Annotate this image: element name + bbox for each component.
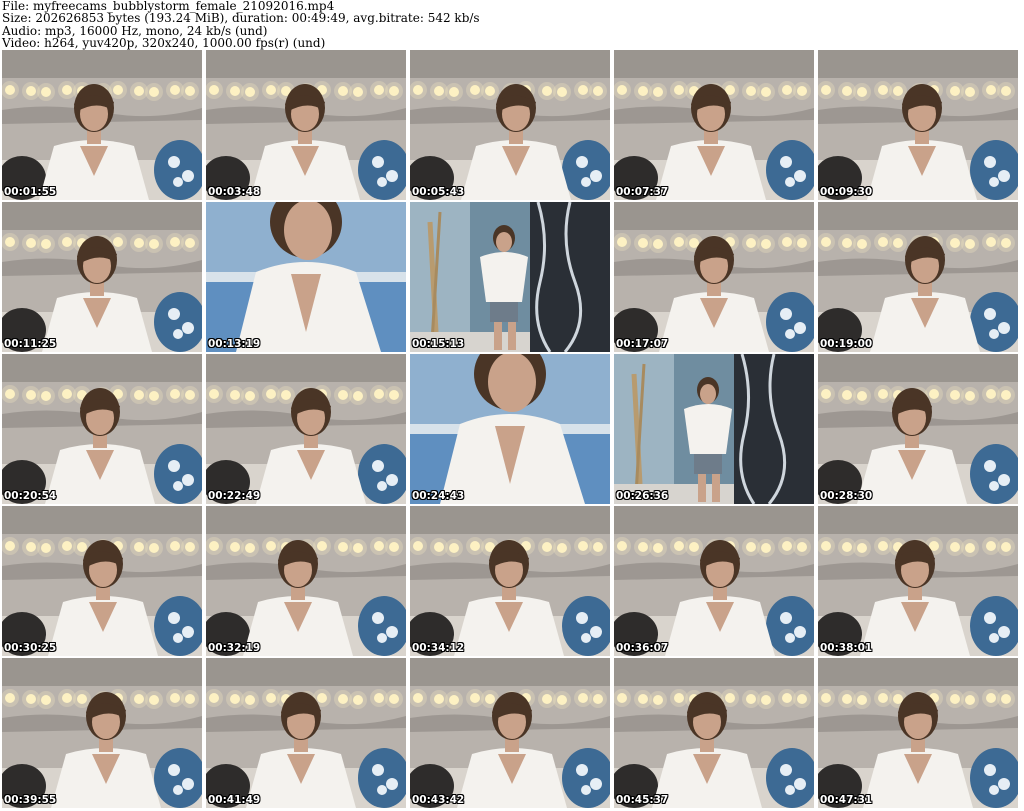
thumbnail-image [818,50,1018,200]
video-info-text: Video: h264, yuv420p, 320x240, 1000.00 f… [2,35,326,50]
timestamp-label: 00:26:36 [616,490,669,502]
timestamp-label: 00:36:07 [616,642,669,654]
video-thumbnail: 00:32:19 [206,506,406,656]
video-thumbnail: 00:01:55 [2,50,202,200]
thumbnail-image [614,658,814,808]
timestamp-label: 00:19:00 [820,338,873,350]
thumbnail-image [206,354,406,504]
thumbnail-image [614,506,814,656]
timestamp-label: 00:34:12 [412,642,465,654]
timestamp-label: 00:32:19 [208,642,261,654]
timestamp-label: 00:30:25 [4,642,57,654]
timestamp-label: 00:03:48 [208,186,261,198]
video-thumbnail: 00:39:55 [2,658,202,808]
thumbnail-image [614,50,814,200]
timestamp-label: 00:41:49 [208,794,261,806]
thumbnail-image [410,50,610,200]
video-thumbnail: 00:13:19 [206,202,406,352]
timestamp-label: 00:24:43 [412,490,465,502]
video-thumbnail: 00:19:00 [818,202,1018,352]
thumbnail-image [2,50,202,200]
video-thumbnail: 00:05:43 [410,50,610,200]
video-thumbnail: 00:07:37 [614,50,814,200]
video-thumbnail: 00:41:49 [206,658,406,808]
thumbnail-image [2,506,202,656]
video-thumbnail: 00:17:07 [614,202,814,352]
video-thumbnail: 00:43:42 [410,658,610,808]
thumbnail-image [2,354,202,504]
timestamp-label: 00:09:30 [820,186,873,198]
timestamp-label: 00:47:31 [820,794,873,806]
video-thumbnail: 00:38:01 [818,506,1018,656]
timestamp-label: 00:15:13 [412,338,465,350]
thumbnail-image [410,202,610,352]
timestamp-label: 00:13:19 [208,338,261,350]
timestamp-label: 00:07:37 [616,186,669,198]
video-thumbnail: 00:09:30 [818,50,1018,200]
timestamp-label: 00:17:07 [616,338,669,350]
file-info-header: File: myfreecams_bubblystorm_female_2109… [2,0,1022,50]
video-thumbnail: 00:11:25 [2,202,202,352]
video-thumbnail: 00:45:37 [614,658,814,808]
video-thumbnail: 00:20:54 [2,354,202,504]
timestamp-label: 00:28:30 [820,490,873,502]
thumbnail-image [818,506,1018,656]
thumbnail-image [614,354,814,504]
timestamp-label: 00:45:37 [616,794,669,806]
thumbnail-image [614,202,814,352]
file-size-text: Size: 202626853 bytes (193.24 MiB), dura… [2,11,480,26]
video-thumbnail: 00:36:07 [614,506,814,656]
thumbnail-image [206,506,406,656]
thumbnail-image [818,202,1018,352]
video-thumbnail: 00:15:13 [410,202,610,352]
thumbnail-image [410,354,610,504]
thumbnail-image [818,354,1018,504]
timestamp-label: 00:11:25 [4,338,57,350]
video-thumbnail: 00:28:30 [818,354,1018,504]
video-thumbnail: 00:24:43 [410,354,610,504]
thumbnail-image [206,50,406,200]
thumbnail-image [410,658,610,808]
thumbnail-image [206,202,406,352]
thumbnail-image [2,658,202,808]
timestamp-label: 00:22:49 [208,490,261,502]
video-thumbnail: 00:34:12 [410,506,610,656]
thumbnail-image [818,658,1018,808]
video-thumbnail: 00:03:48 [206,50,406,200]
thumbnail-grid: 00:01:55 00:03:48 00:05:43 00:07:37 00:0… [2,50,1022,810]
timestamp-label: 00:43:42 [412,794,465,806]
timestamp-label: 00:05:43 [412,186,465,198]
video-thumbnail: 00:47:31 [818,658,1018,808]
thumbnail-image [206,658,406,808]
thumbnail-image [2,202,202,352]
timestamp-label: 00:38:01 [820,642,873,654]
video-thumbnail: 00:30:25 [2,506,202,656]
timestamp-label: 00:01:55 [4,186,57,198]
video-thumbnail: 00:22:49 [206,354,406,504]
video-thumbnail: 00:26:36 [614,354,814,504]
thumbnail-image [410,506,610,656]
timestamp-label: 00:39:55 [4,794,57,806]
timestamp-label: 00:20:54 [4,490,57,502]
